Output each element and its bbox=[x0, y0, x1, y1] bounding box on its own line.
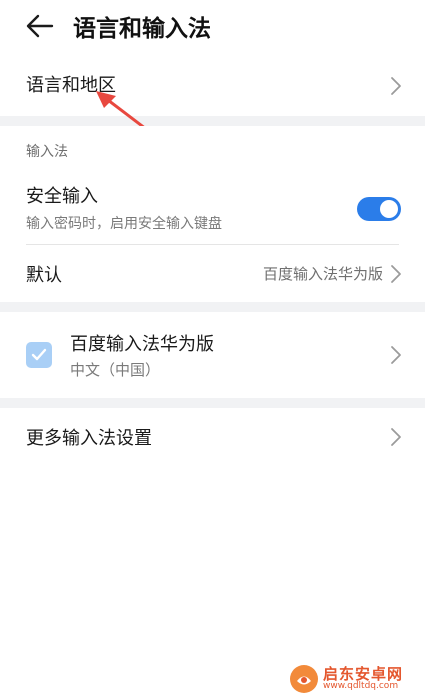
watermark-en: www.qdltdq.com bbox=[323, 681, 399, 691]
keyboard-language: 中文（中国） bbox=[70, 360, 161, 379]
check-icon bbox=[31, 348, 47, 361]
keyboard-item[interactable]: 百度输入法华为版 bbox=[70, 330, 403, 356]
default-label: 默认 bbox=[26, 264, 62, 286]
chevron-right-icon bbox=[391, 428, 401, 446]
secure-input-toggle[interactable] bbox=[357, 197, 401, 221]
keyboard-language-row: 中文（中国） bbox=[70, 358, 403, 380]
secure-input-subtitle-row: 输入密码时，启用安全输入键盘 bbox=[26, 212, 403, 234]
language-region-row[interactable]: 语言和地区 bbox=[26, 52, 403, 116]
input-method-section-header: 输入法 bbox=[26, 144, 68, 160]
chevron-right-icon bbox=[391, 77, 401, 95]
chevron-right-icon bbox=[391, 346, 401, 364]
app-bar: 语言和输入法 bbox=[0, 0, 425, 52]
more-settings-row[interactable]: 更多输入法设置 bbox=[26, 408, 403, 466]
page-title: 语言和输入法 bbox=[73, 16, 211, 42]
input-method-card: 输入法 安全输入 输入密码时，启用安全输入键盘 默认 百度输入法华为版 bbox=[0, 126, 425, 302]
more-settings-card: 更多输入法设置 bbox=[0, 408, 425, 700]
secure-input-title: 安全输入 bbox=[26, 186, 98, 207]
watermark-logo-icon bbox=[290, 665, 318, 693]
keyboard-name: 百度输入法华为版 bbox=[70, 334, 214, 355]
keyboard-checkbox[interactable] bbox=[26, 342, 52, 368]
chevron-right-icon bbox=[391, 265, 401, 283]
watermark: 启东安卓网 www.qdltdq.com bbox=[289, 662, 419, 696]
watermark-cn: 启东安卓网 bbox=[323, 665, 404, 683]
toggle-knob bbox=[380, 200, 398, 218]
secure-input-subtitle: 输入密码时，启用安全输入键盘 bbox=[26, 216, 222, 232]
secure-input-title-row: 安全输入 bbox=[26, 182, 403, 208]
back-button[interactable] bbox=[22, 8, 58, 44]
section-header: 输入法 bbox=[26, 138, 403, 164]
more-settings-label: 更多输入法设置 bbox=[26, 428, 152, 449]
language-region-card: 语言和地区 bbox=[0, 52, 425, 116]
default-value: 百度输入法华为版 bbox=[262, 265, 383, 283]
back-arrow-icon bbox=[26, 14, 54, 38]
default-input-row[interactable]: 默认 百度输入法华为版 bbox=[26, 245, 403, 302]
keyboard-list-card: 百度输入法华为版 中文（中国） bbox=[0, 312, 425, 398]
